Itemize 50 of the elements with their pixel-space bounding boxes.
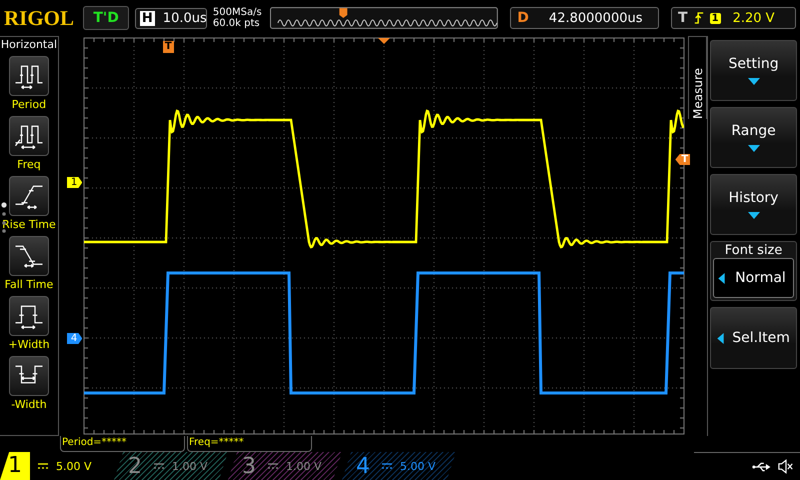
dc-coupling-icon	[38, 463, 48, 469]
speaker-muted-icon	[778, 459, 794, 474]
dc-coupling-icon	[268, 463, 278, 469]
memory-depth: 60.0k pts	[212, 18, 261, 29]
measure-button[interactable]	[8, 356, 49, 396]
measure-button[interactable]	[8, 236, 49, 276]
menu-button[interactable]: Sel.Item	[710, 307, 797, 369]
rising-edge-icon	[694, 11, 704, 25]
timebase-value: 10.0us	[162, 10, 207, 26]
trigger-source: 1	[710, 12, 721, 24]
menu-tab[interactable]: Measure	[688, 36, 708, 119]
menu-button[interactable]: Setting	[710, 40, 797, 101]
dropdown-icon	[748, 145, 760, 152]
brand-logo: RIGOL	[4, 6, 76, 30]
menu-button[interactable]: History	[710, 174, 797, 235]
trigger-panel[interactable]: T 1 2.20 V	[671, 7, 796, 29]
option-label: Font size	[724, 243, 782, 258]
channel-marker[interactable]: 1	[66, 177, 82, 188]
measure-button[interactable]	[8, 56, 49, 96]
dropdown-icon	[748, 78, 760, 85]
dropdown-icon	[748, 212, 760, 219]
menu-label: Fall Time	[4, 278, 54, 291]
delay-label: D	[517, 10, 529, 26]
menu-label: Period	[12, 98, 46, 111]
left-arrow-icon	[717, 332, 724, 344]
left-arrow-icon	[718, 272, 726, 284]
menu-title: Horizontal	[0, 38, 58, 51]
trigger-label: T	[678, 10, 688, 26]
measurement-readout: Freq=*****	[187, 436, 312, 452]
option-selector[interactable]: Normal	[713, 258, 794, 298]
measure-button[interactable]	[8, 176, 49, 216]
menu-label: Freq	[17, 158, 41, 171]
menu-label: +Width	[8, 338, 50, 351]
trigger-level: 2.20 V	[732, 10, 775, 26]
run-status: T'D	[83, 6, 129, 30]
dc-coupling-icon	[382, 463, 392, 469]
measure-button[interactable]	[8, 116, 49, 156]
delay-panel[interactable]: D 42.8000000us	[510, 7, 660, 29]
channel-tab[interactable]: 4 5.00 V	[342, 452, 456, 480]
timebase-panel[interactable]: H 10.0us	[134, 8, 207, 28]
timebase-label: H	[140, 10, 155, 26]
dc-coupling-icon	[154, 463, 164, 469]
usb-icon	[752, 460, 772, 472]
measure-button[interactable]	[8, 296, 49, 336]
center-marker-icon	[378, 38, 390, 44]
menu-button[interactable]: Range	[710, 107, 797, 168]
sample-rate: 500MSa/s	[212, 7, 263, 18]
menu-label: -Width	[11, 398, 47, 411]
delay-value: 42.8000000us	[548, 10, 643, 26]
trigger-position-marker[interactable]: T	[162, 41, 174, 53]
